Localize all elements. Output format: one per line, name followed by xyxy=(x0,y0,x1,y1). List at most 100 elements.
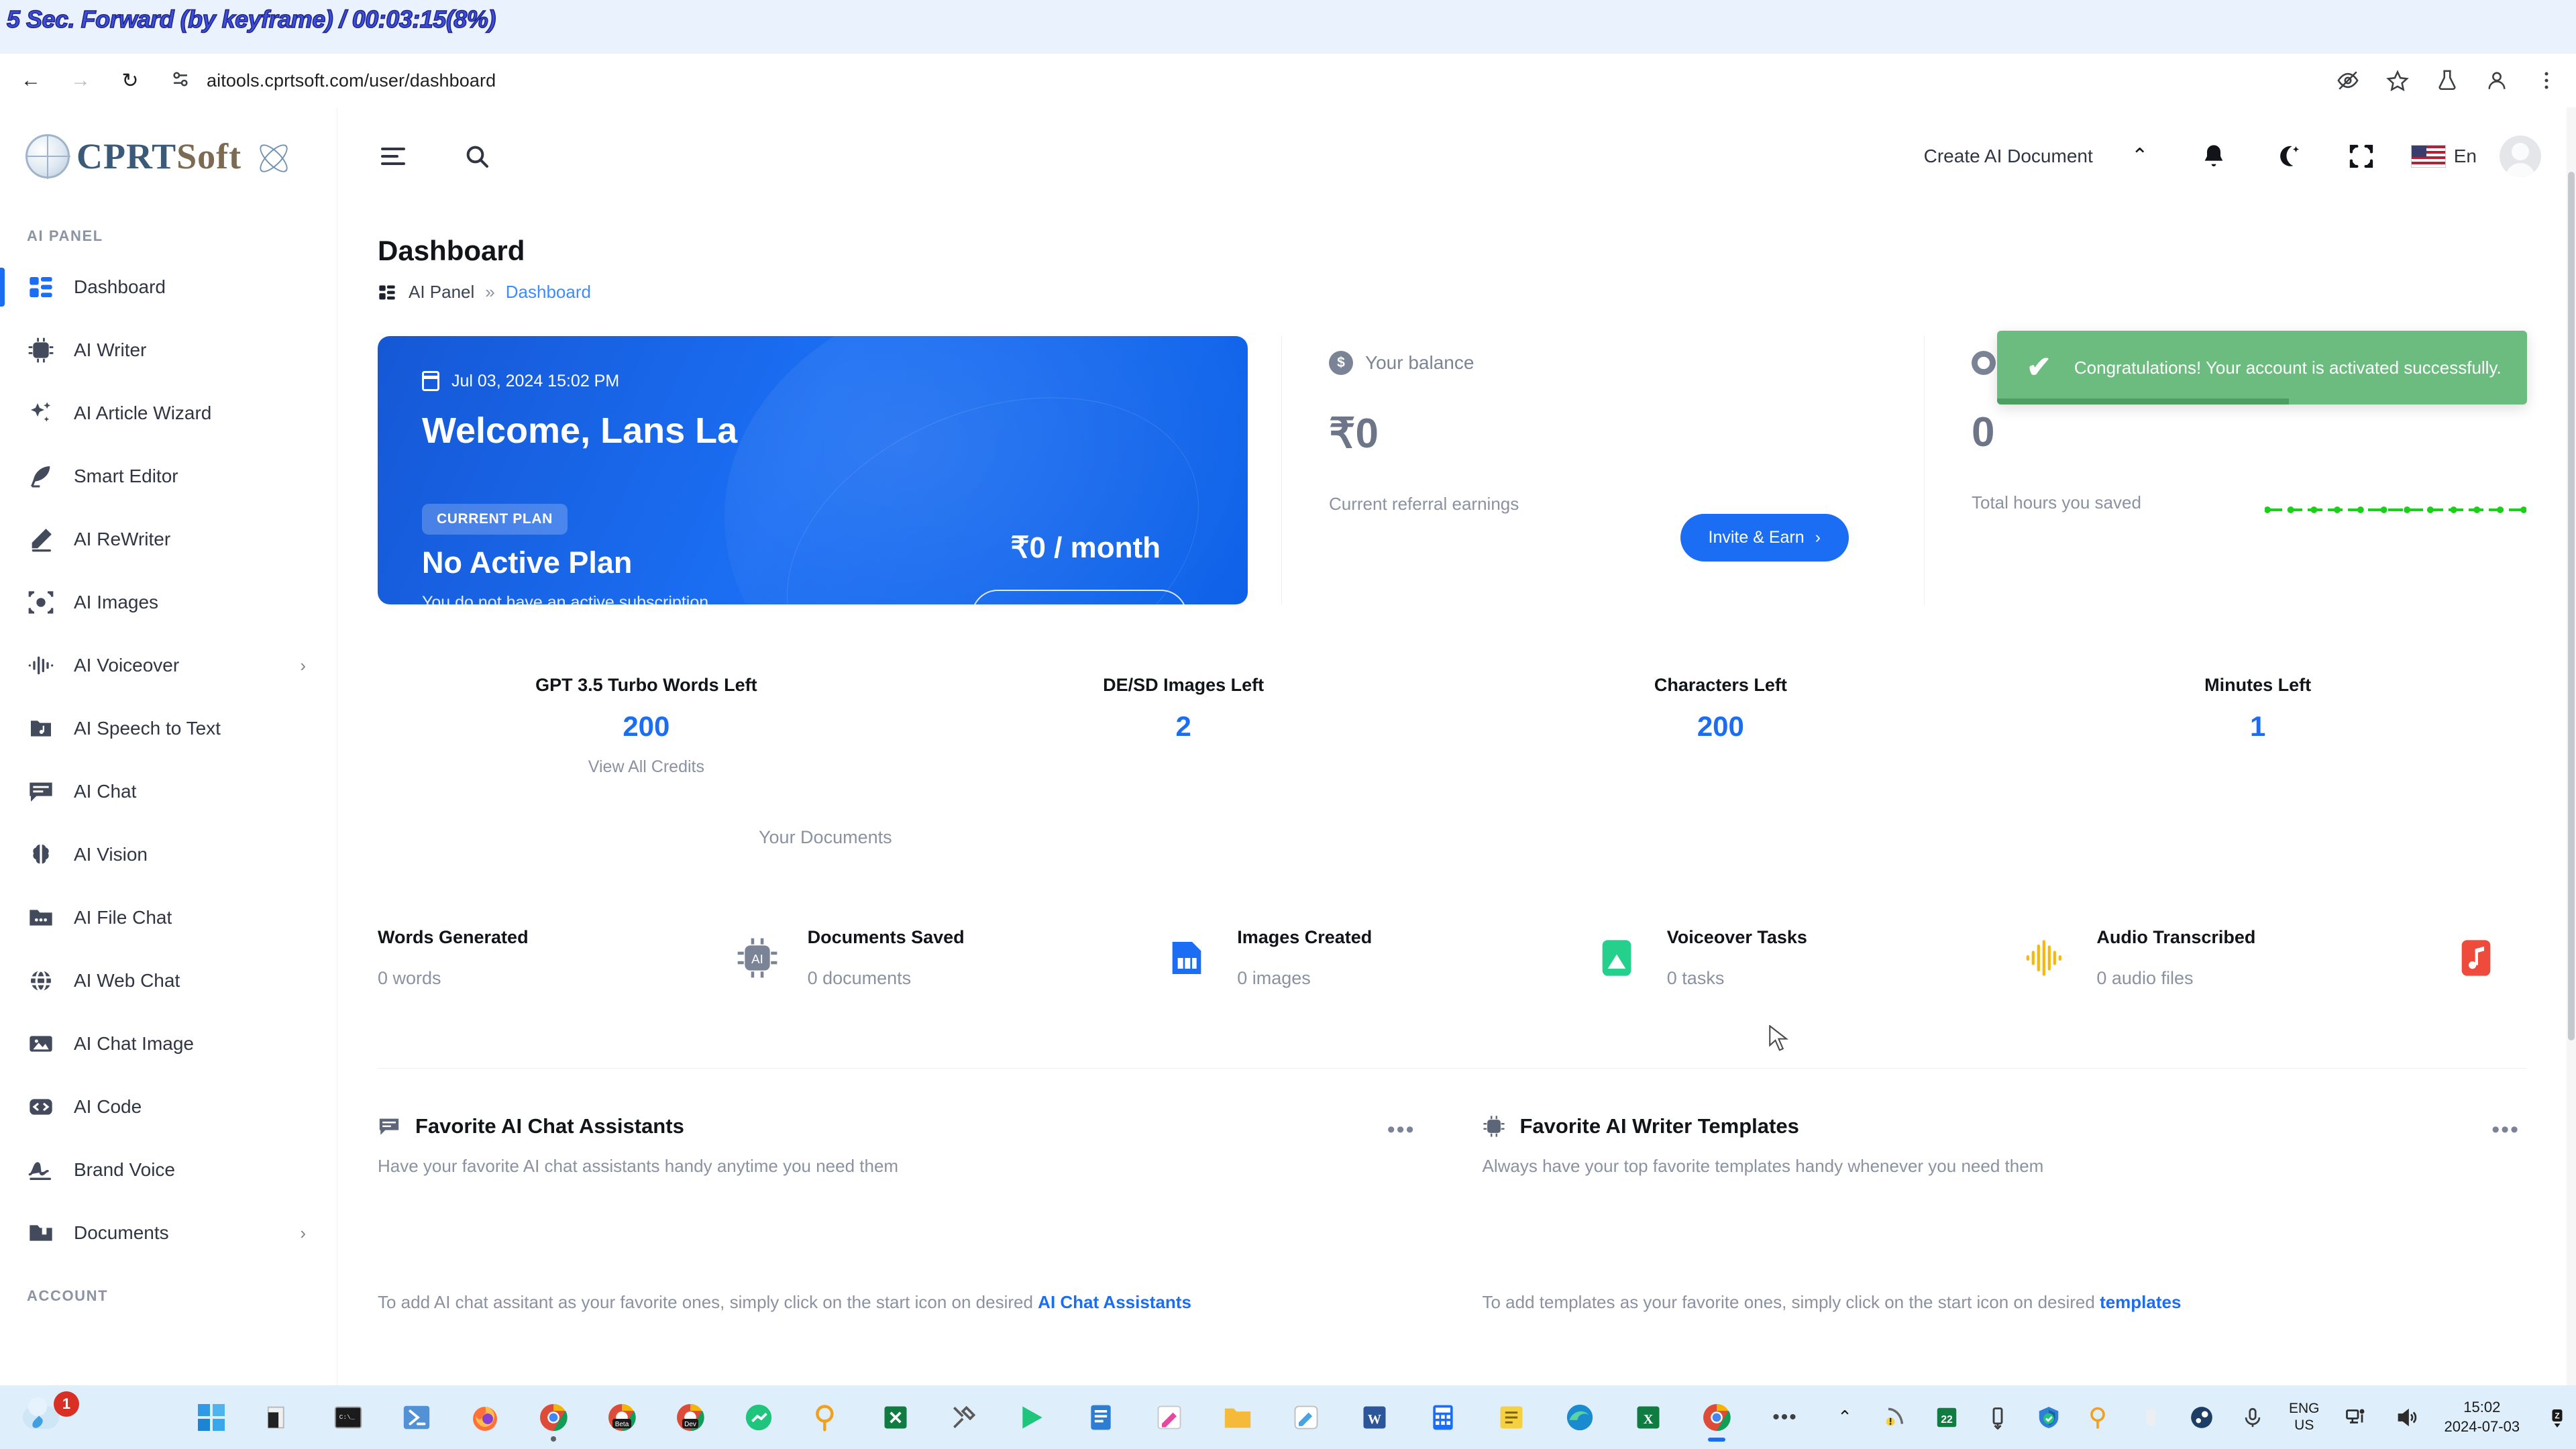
labs-flask-icon[interactable] xyxy=(2427,60,2467,101)
address-bar[interactable]: aitools.cprtsoft.com/user/dashboard xyxy=(169,62,2328,99)
dollar-icon: $ xyxy=(1329,351,1353,375)
tray-warning-icon[interactable] xyxy=(1877,1399,1915,1436)
taskbar-search[interactable] xyxy=(801,1391,853,1444)
tray-search-icon[interactable] xyxy=(2081,1399,2118,1436)
taskbar-chrome[interactable] xyxy=(527,1391,580,1444)
taskbar-snipping-tool[interactable] xyxy=(1280,1391,1332,1444)
taskbar-file-explorer[interactable] xyxy=(254,1391,306,1444)
browser-profile-icon[interactable] xyxy=(2477,60,2517,101)
sidebar-item-label: AI Code xyxy=(74,1096,142,1117)
reload-icon[interactable]: ↻ xyxy=(111,62,149,99)
current-plan-badge: CURRENT PLAN xyxy=(422,504,568,535)
sidebar-item-ai-file-chat[interactable]: AI File Chat xyxy=(0,886,337,949)
taskbar-excel[interactable]: X xyxy=(1622,1391,1674,1444)
sidebar-item-brand-voice[interactable]: Brand Voice xyxy=(0,1138,337,1201)
forward-icon[interactable]: → xyxy=(62,62,99,99)
taskbar-powershell[interactable] xyxy=(390,1391,443,1444)
favorites-menu-icon[interactable]: ••• xyxy=(2491,1117,2520,1143)
chevron-right-icon[interactable]: › xyxy=(300,1223,306,1244)
doc-stat-value: 0 words xyxy=(378,968,441,988)
scrollbar-thumb[interactable] xyxy=(2568,172,2575,1040)
taskbar-terminal[interactable]: C:\_ xyxy=(322,1391,374,1444)
chevron-up-icon[interactable]: ⌃ xyxy=(2113,129,2167,183)
sidebar-item-smart-editor[interactable]: Smart Editor xyxy=(0,445,337,508)
see-pricing-plans-button[interactable]: See Pricing Plans › xyxy=(971,590,1187,604)
notification-badge: 1 xyxy=(54,1391,79,1417)
invite-and-earn-button[interactable]: Invite & Earn › xyxy=(1680,514,1849,561)
sidebar-item-ai-speech-to-text[interactable]: AI Speech to Text xyxy=(0,697,337,760)
breadcrumb-current[interactable]: Dashboard xyxy=(506,282,591,303)
taskbar-tools[interactable] xyxy=(938,1391,990,1444)
tray-volume-icon[interactable] xyxy=(2388,1399,2426,1436)
tray-language-indicator[interactable]: ENG US xyxy=(2289,1401,2320,1433)
avatar[interactable] xyxy=(2500,135,2541,177)
tray-security-icon[interactable] xyxy=(2030,1399,2068,1436)
tray-steam-icon[interactable] xyxy=(2183,1399,2220,1436)
dark-mode-toggle-icon[interactable] xyxy=(2261,129,2314,183)
browser-menu-icon[interactable] xyxy=(2526,60,2567,101)
tray-overflow-icon[interactable]: ⌃ xyxy=(1826,1399,1864,1436)
sidebar-item-dashboard[interactable]: Dashboard xyxy=(0,256,337,319)
brand-logo[interactable]: CPRTSoft xyxy=(0,107,337,205)
sidebar-item-ai-rewriter[interactable]: AI ReWriter xyxy=(0,508,337,571)
taskbar-chrome-dev[interactable]: Dev xyxy=(664,1391,716,1444)
taskbar-chrome-active[interactable] xyxy=(1690,1391,1743,1444)
taskbar-folder[interactable] xyxy=(1212,1391,1264,1444)
taskbar-messenger[interactable] xyxy=(733,1391,785,1444)
bookmark-star-icon[interactable] xyxy=(2377,60,2418,101)
taskbar-more-apps[interactable]: ••• xyxy=(1759,1391,1811,1444)
sidebar-toggle-icon[interactable] xyxy=(381,138,419,175)
taskbar-chrome-beta[interactable]: Beta xyxy=(596,1391,648,1444)
view-all-credits-link[interactable]: View All Credits xyxy=(378,757,915,777)
taskbar-paint[interactable] xyxy=(1143,1391,1195,1444)
taskbar-notes-blue[interactable] xyxy=(1075,1391,1127,1444)
credits-row: GPT 3.5 Turbo Words Left 200 View All Cr… xyxy=(378,675,2526,777)
tray-clock[interactable]: 15:02 2024-07-03 xyxy=(2445,1398,2520,1436)
taskbar-sticky-notes[interactable] xyxy=(1485,1391,1538,1444)
tray-microphone-icon[interactable] xyxy=(2234,1399,2271,1436)
create-ai-document-button[interactable]: Create AI Document xyxy=(1924,146,2093,167)
taskbar-green-app[interactable] xyxy=(1006,1391,1059,1444)
site-settings-icon[interactable] xyxy=(169,68,192,94)
sidebar-item-documents[interactable]: Documents › xyxy=(0,1201,337,1265)
sidebar-item-ai-voiceover[interactable]: AI Voiceover › xyxy=(0,634,337,697)
language-label: En xyxy=(2453,145,2477,166)
back-icon[interactable]: ← xyxy=(12,62,50,99)
sidebar-item-ai-images[interactable]: AI Images xyxy=(0,571,337,634)
sidebar-item-ai-code[interactable]: AI Code xyxy=(0,1075,337,1138)
notifications-bell-icon[interactable] xyxy=(2187,129,2241,183)
svg-text:22: 22 xyxy=(1941,1413,1953,1425)
page-scrollbar[interactable] xyxy=(2567,107,2576,1385)
search-icon[interactable] xyxy=(459,138,495,174)
taskbar-start-button[interactable] xyxy=(185,1391,237,1444)
sidebar-item-ai-writer[interactable]: AI Writer xyxy=(0,319,337,382)
breadcrumb-root[interactable]: AI Panel xyxy=(409,282,474,303)
tray-ghost-icon[interactable] xyxy=(2132,1399,2169,1436)
favorites-menu-icon[interactable]: ••• xyxy=(1387,1117,1415,1143)
tray-sleep-icon[interactable]: Z xyxy=(2538,1399,2576,1436)
image-icon xyxy=(27,1030,55,1058)
chat-bubble-icon xyxy=(378,1114,402,1138)
fullscreen-icon[interactable] xyxy=(2334,129,2388,183)
favorites-hint-link[interactable]: templates xyxy=(2100,1292,2181,1312)
incognito-blocked-icon[interactable] xyxy=(2328,60,2368,101)
sidebar-item-ai-chat-image[interactable]: AI Chat Image xyxy=(0,1012,337,1075)
taskbar-word[interactable]: W xyxy=(1348,1391,1401,1444)
success-toast[interactable]: ✔ Congratulations! Your account is activ… xyxy=(1997,331,2527,405)
waveform-icon xyxy=(27,651,55,680)
taskbar-firefox[interactable] xyxy=(459,1391,511,1444)
tray-calendar-icon[interactable]: 22 xyxy=(1928,1399,1966,1436)
tray-usb-icon[interactable] xyxy=(1979,1399,2017,1436)
taskbar-excel-green[interactable] xyxy=(869,1391,922,1444)
language-selector[interactable]: En xyxy=(2410,144,2477,168)
taskbar-calculator[interactable] xyxy=(1417,1391,1469,1444)
tray-network-icon[interactable] xyxy=(2337,1399,2375,1436)
sidebar-item-ai-web-chat[interactable]: AI Web Chat xyxy=(0,949,337,1012)
favorites-hint-link[interactable]: AI Chat Assistants xyxy=(1038,1292,1191,1312)
chevron-right-icon[interactable]: › xyxy=(300,655,306,676)
sidebar-item-ai-article-wizard[interactable]: AI Article Wizard xyxy=(0,382,337,445)
taskbar-edge-copilot[interactable] xyxy=(1554,1391,1606,1444)
sidebar-item-ai-vision[interactable]: AI Vision xyxy=(0,823,337,886)
sidebar-item-ai-chat[interactable]: AI Chat xyxy=(0,760,337,823)
taskbar-weather-widget[interactable]: 1 xyxy=(23,1391,79,1441)
